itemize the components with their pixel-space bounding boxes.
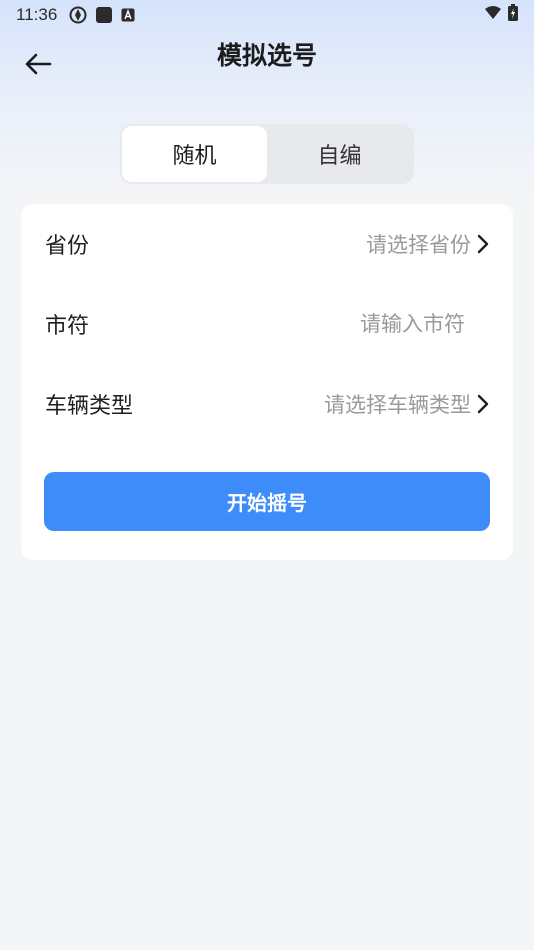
tab-custom[interactable]: 自编	[267, 126, 412, 182]
tab-random[interactable]: 随机	[122, 126, 267, 182]
font-a-icon	[121, 8, 135, 22]
form-card: 省份 请选择省份 市符 车辆类型 请选择车辆类型 开始摇号	[21, 204, 513, 560]
vehicle-type-row[interactable]: 车辆类型 请选择车辆类型	[45, 374, 489, 434]
page-title: 模拟选号	[216, 41, 317, 70]
status-time: 11:36	[16, 5, 58, 24]
province-placeholder: 请选择省份	[366, 233, 471, 257]
mode-tabs: 随机 自编	[120, 124, 414, 184]
city-code-row: 市符	[45, 294, 489, 354]
header: 模拟选号	[0, 30, 534, 100]
battery-icon	[508, 4, 518, 26]
start-lottery-button[interactable]: 开始摇号	[44, 472, 490, 531]
chevron-right-icon	[477, 234, 489, 254]
vehicle-type-placeholder: 请选择车辆类型	[324, 393, 471, 417]
app-square-icon	[95, 6, 113, 24]
status-bar: 11:36	[0, 0, 534, 30]
city-code-input[interactable]	[265, 312, 465, 336]
wifi-icon	[484, 5, 502, 26]
city-code-label: 市符	[45, 314, 90, 339]
chevron-right-icon	[477, 394, 489, 414]
sync-icon	[69, 6, 87, 24]
province-row[interactable]: 省份 请选择省份	[45, 214, 489, 274]
province-label: 省份	[45, 234, 90, 259]
vehicle-type-label: 车辆类型	[45, 394, 134, 419]
